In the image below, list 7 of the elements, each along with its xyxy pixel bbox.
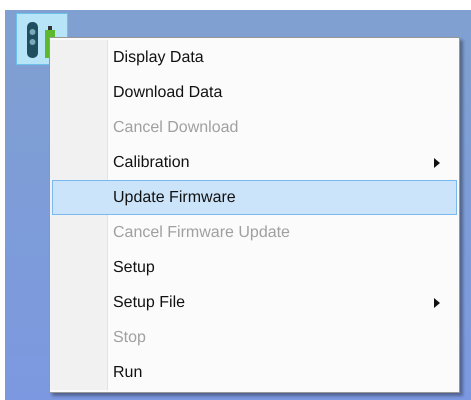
menu-item[interactable]: Update Firmware (52, 180, 457, 215)
menu-item[interactable]: Run (52, 355, 457, 390)
menu-item[interactable]: Display Data (52, 40, 457, 75)
menu-item[interactable]: Calibration (52, 145, 457, 180)
menu-item[interactable]: Setup File (52, 285, 457, 320)
menu-item[interactable]: Setup (52, 250, 457, 285)
menu-item[interactable]: Download Data (52, 75, 457, 110)
